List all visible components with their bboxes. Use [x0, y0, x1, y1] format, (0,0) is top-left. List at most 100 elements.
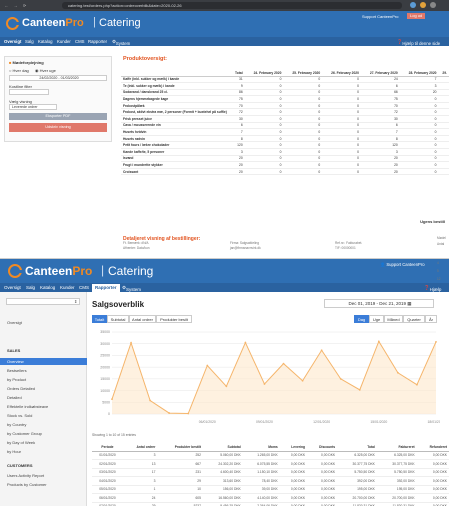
- kostline-select[interactable]: [9, 89, 49, 95]
- nav-rapporter[interactable]: Rapporter: [88, 39, 107, 44]
- nav-kunder[interactable]: Kunder: [60, 285, 75, 290]
- data-point[interactable]: [320, 349, 323, 352]
- data-point[interactable]: [149, 399, 152, 402]
- address-bar[interactable]: catering.test/orders.php?action=ordreove…: [62, 2, 402, 9]
- store-select[interactable]: [6, 298, 80, 305]
- nav-oversigt[interactable]: Oversigt: [4, 285, 21, 290]
- date-range-input[interactable]: Dec 01, 2019 - Dec 21, 2019 ▦: [324, 299, 434, 308]
- table-cell: 11.820,31 DKK: [376, 502, 417, 506]
- sidebar-item-oversigt[interactable]: Oversigt: [7, 320, 22, 325]
- metric-tab-products[interactable]: Produkter besilt: [156, 315, 192, 323]
- profile-icon[interactable]: [430, 2, 436, 8]
- data-point[interactable]: [396, 371, 399, 374]
- detail-line: Afhenter: Dato/kun: [123, 246, 150, 250]
- metric-tab-orders[interactable]: Antal ordrer: [129, 315, 156, 323]
- logout-button[interactable]: Log ud: [407, 13, 426, 19]
- period-tab-day[interactable]: Dag: [354, 315, 369, 323]
- table-cell: 0,00 DKK: [416, 502, 449, 506]
- data-point[interactable]: [206, 364, 209, 367]
- nav-salg[interactable]: Salg: [25, 39, 34, 44]
- table-cell: 0,00 DKK: [416, 451, 449, 460]
- data-point[interactable]: [168, 412, 171, 414]
- period-tab-month[interactable]: Måned: [384, 315, 403, 323]
- filter-title-icon: ■: [9, 60, 12, 65]
- column-header[interactable]: Produkter bestilt: [157, 444, 203, 452]
- help-link[interactable]: ❓ Hjælp: [424, 285, 441, 292]
- app-header: CanteenPro | Catering 👤 Support CanteenP…: [0, 259, 449, 283]
- forward-icon[interactable]: →: [12, 2, 19, 9]
- data-point[interactable]: [263, 383, 266, 385]
- data-point[interactable]: [358, 388, 361, 391]
- column-header[interactable]: Discounts: [307, 444, 338, 452]
- quantity-cell: 3: [230, 148, 245, 156]
- reload-icon[interactable]: ⟳: [21, 2, 28, 9]
- sidebar-item-sales[interactable]: by Customer Group: [7, 431, 42, 436]
- quantity-cell: 30: [360, 115, 400, 123]
- table-cell: 05/01/2020: [92, 485, 123, 494]
- column-header[interactable]: Antal ordrer: [122, 444, 158, 452]
- column-header[interactable]: Moms: [242, 444, 280, 452]
- data-point[interactable]: [416, 383, 418, 386]
- nav-kunder[interactable]: Kunder: [57, 39, 71, 44]
- data-point[interactable]: [377, 340, 380, 343]
- support-link[interactable]: 👤 Support CanteenPro: [380, 262, 425, 268]
- sidebar-item-customers[interactable]: Products by Customer: [7, 482, 47, 487]
- column-header[interactable]: Levering: [279, 444, 308, 452]
- date-range-input[interactable]: 24/02/2020 - 01/03/2020: [9, 75, 107, 81]
- data-point[interactable]: [435, 340, 437, 343]
- column-header[interactable]: Faktureret: [376, 444, 417, 452]
- radio-week[interactable]: ◉ Hver uge: [35, 68, 56, 73]
- sidebar-item-sales[interactable]: Bestsellers: [7, 368, 27, 373]
- data-point[interactable]: [301, 379, 304, 382]
- sidebar-item-sales[interactable]: Stock vs. Sold: [7, 413, 32, 418]
- print-view-button[interactable]: Udskriv visning: [9, 123, 107, 132]
- column-header[interactable]: Subtotal: [202, 444, 243, 452]
- table-cell: 6.325,00 DKK: [376, 451, 417, 460]
- data-point[interactable]: [111, 398, 113, 401]
- quantity-cell: 6: [230, 122, 245, 130]
- data-point[interactable]: [187, 412, 190, 415]
- sidebar-item-sales[interactable]: Orders Detailed: [7, 386, 35, 391]
- nav-salg[interactable]: Salg: [26, 285, 35, 290]
- help-link[interactable]: ❓ Hjælp til denne side: [397, 39, 440, 46]
- nav-katalog[interactable]: Katalog: [38, 39, 53, 44]
- metric-tab-subtotal[interactable]: Subtotal: [107, 315, 129, 323]
- metric-tab-total[interactable]: Totalt: [92, 315, 107, 323]
- sidebar-item-sales[interactable]: by Hour: [7, 449, 21, 454]
- radio-day[interactable]: ○ Hver dag: [9, 68, 29, 73]
- sidebar-item-customers[interactable]: Users Activity Report: [7, 473, 44, 478]
- data-point[interactable]: [244, 341, 247, 344]
- nav-katalog[interactable]: Katalog: [40, 285, 55, 290]
- nav-rapporter[interactable]: Rapporter: [92, 284, 120, 292]
- table-cell: 0,00 DKK: [279, 502, 308, 506]
- data-point[interactable]: [225, 385, 228, 388]
- sort-select[interactable]: Leverede ordrer: [9, 104, 57, 110]
- period-tab-week[interactable]: Uge: [369, 315, 384, 323]
- nav-system[interactable]: ⚙ System: [122, 285, 141, 292]
- sidebar-item-sales[interactable]: Overview: [7, 359, 24, 364]
- detail-column-1: Ft. Bemærk: #N/AAfhenter: Dato/kunLeveri…: [123, 241, 164, 250]
- table-cell: 3: [122, 451, 158, 460]
- data-point[interactable]: [339, 377, 342, 380]
- nav-cms[interactable]: CMS: [75, 39, 85, 44]
- support-link[interactable]: Support CanteenPro: [362, 14, 398, 19]
- sidebar-item-sales[interactable]: Effektelle indkøbsteave: [7, 404, 48, 409]
- column-header[interactable]: Periode: [92, 444, 123, 452]
- sidebar-item-sales[interactable]: by Day of Week: [7, 440, 35, 445]
- column-header[interactable]: Refunderet: [416, 444, 449, 452]
- nav-cms[interactable]: CMS: [79, 285, 89, 290]
- extension-icon[interactable]: [410, 2, 416, 8]
- nav-system[interactable]: ⚙ System: [112, 39, 130, 46]
- period-tab-quarter[interactable]: Quarter: [403, 315, 425, 323]
- sidebar-item-sales[interactable]: by Product: [7, 377, 26, 382]
- extension-icon[interactable]: [420, 2, 426, 8]
- period-tab-year[interactable]: År: [425, 315, 437, 323]
- sidebar-item-sales[interactable]: Detailed: [7, 395, 22, 400]
- column-header[interactable]: Total: [337, 444, 377, 452]
- back-icon[interactable]: ←: [3, 2, 10, 9]
- data-point[interactable]: [130, 341, 132, 344]
- nav-oversigt[interactable]: Oversigt: [4, 39, 21, 44]
- export-pdf-button[interactable]: Eksporter PDF: [9, 113, 107, 120]
- data-point[interactable]: [282, 362, 285, 365]
- sidebar-item-sales[interactable]: by Country: [7, 422, 26, 427]
